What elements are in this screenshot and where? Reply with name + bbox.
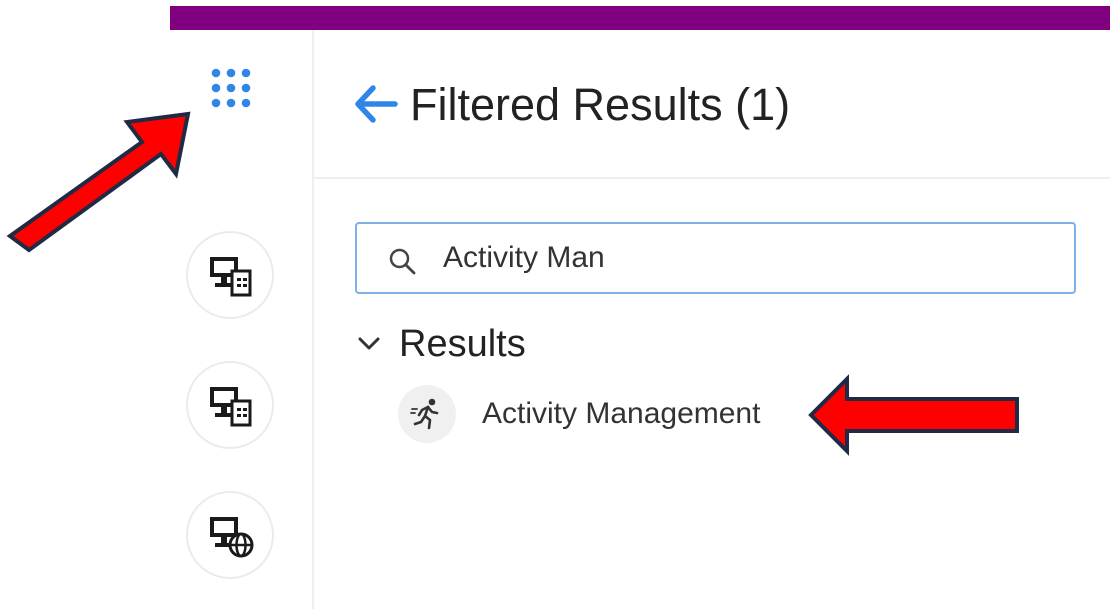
result-item-activity-management[interactable]: Activity Management [398, 384, 760, 444]
annotation-arrow-launcher [6, 111, 191, 253]
top-bar [170, 6, 1110, 30]
rail-item-2[interactable] [186, 361, 274, 449]
search-box[interactable] [355, 222, 1076, 294]
results-section-toggle[interactable]: Results [355, 323, 526, 365]
rail-item-1[interactable] [186, 231, 274, 319]
result-item-label: Activity Management [482, 397, 761, 430]
app-launcher-grid-icon [211, 68, 251, 108]
annotation-arrow-result [808, 374, 1019, 456]
monitor-document-icon [210, 257, 252, 297]
running-person-icon [398, 385, 456, 443]
results-section-label: Results [399, 323, 526, 365]
monitor-document-icon [210, 387, 252, 427]
monitor-globe-icon [210, 517, 254, 558]
search-icon [387, 246, 417, 276]
top-bar-fill [170, 6, 1110, 30]
app-launcher-button[interactable] [204, 66, 258, 120]
arrow-left-icon [355, 85, 398, 123]
page-title: Filtered Results (1) [410, 79, 791, 130]
page: Filtered Results (1) Results [0, 0, 1110, 609]
search-input[interactable] [443, 234, 1043, 282]
rail-divider [312, 30, 314, 609]
rail-item-3[interactable] [186, 491, 274, 579]
header-divider [314, 177, 1110, 179]
back-button[interactable] [353, 84, 399, 124]
chevron-down-icon [355, 330, 383, 358]
